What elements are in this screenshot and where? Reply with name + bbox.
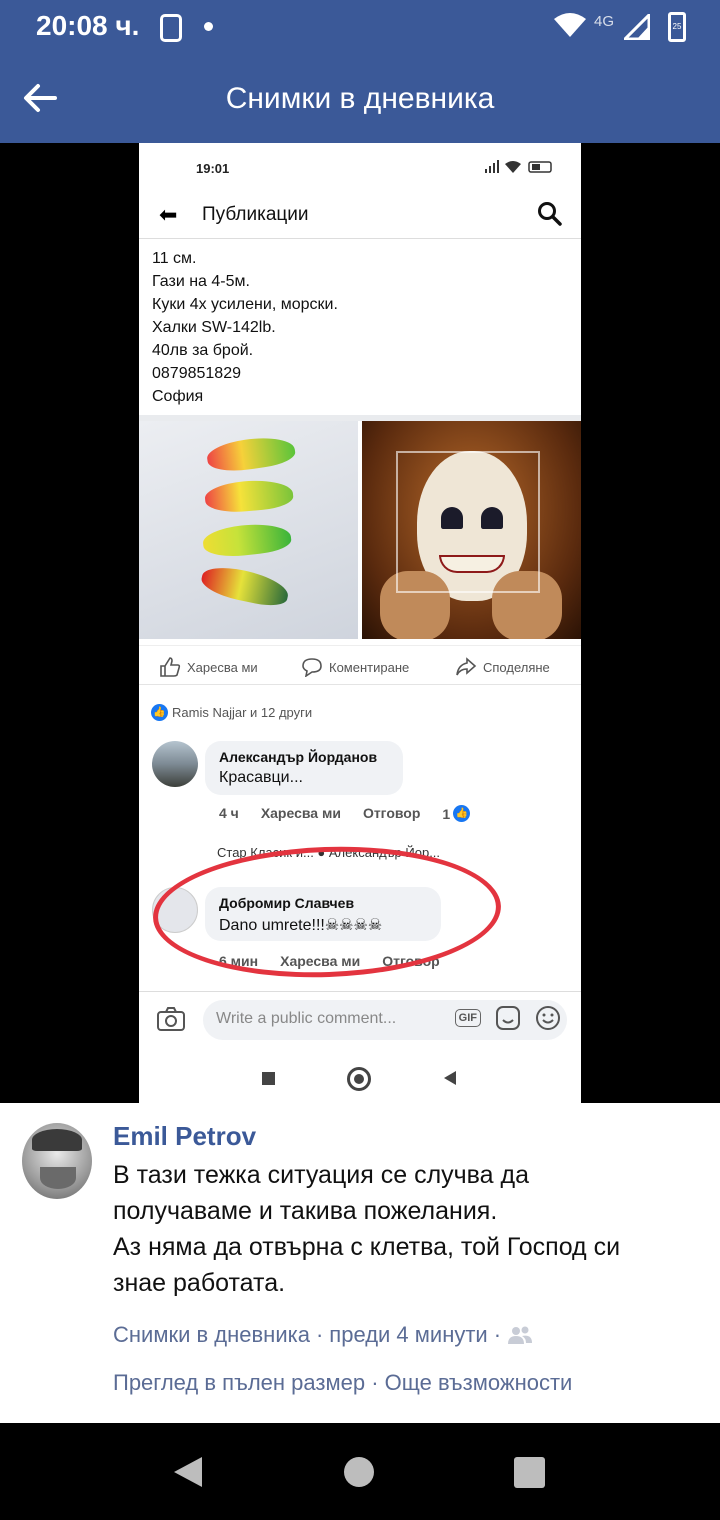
search-icon: [538, 202, 562, 226]
app-bar: Снимки в дневника: [0, 56, 720, 143]
photo-back-arrow-icon: ⬅: [159, 202, 178, 227]
separator: ·: [315, 1322, 324, 1347]
face-detection-box: [396, 451, 540, 593]
post-actions: Харесва ми Коментиране Споделяне: [139, 645, 581, 685]
sticker-icon: [496, 1006, 520, 1030]
network-type: 4G: [594, 13, 615, 30]
comment-reactions: 1 👍: [442, 805, 471, 822]
post-text: 11 см. Гази на 4-5м. Куки 4х усилени, мо…: [152, 247, 572, 408]
status-time: 20:08 ч.: [36, 10, 140, 41]
like-action: Харесва ми: [159, 657, 258, 677]
page-title: Снимки в дневника: [225, 82, 495, 115]
status-bar: 20:08 ч. 4G 25: [0, 0, 720, 56]
caption-line: В тази тежка ситуация се случва да: [113, 1161, 530, 1189]
notification-dot-icon: [204, 22, 213, 31]
album-photo[interactable]: 19:01 ⬅ Публикации 11 см. Гази на 4-5м. …: [139, 143, 581, 1103]
share-action: Споделяне: [455, 657, 550, 677]
wifi-icon: [554, 13, 586, 37]
post-line: Куки 4х усилени, морски.: [152, 296, 338, 313]
caption-line: получаваме и такива пожелания.: [113, 1197, 498, 1225]
author-name[interactable]: Emil Petrov: [113, 1121, 256, 1152]
comment-reply: Отговор: [362, 805, 421, 821]
signal-icon: [624, 14, 650, 40]
post-line: София: [152, 388, 204, 405]
caption-line: Аз няма да отвърна с клетва, той Господ …: [113, 1233, 621, 1261]
joker-image: [362, 421, 581, 639]
notification-app-icon: [160, 14, 182, 42]
comment-time: 4 ч: [219, 805, 239, 821]
like-icon: [160, 657, 181, 677]
post-line: Гази на 4-5м.: [152, 273, 250, 290]
back-icon: [444, 1071, 456, 1085]
more-options-link[interactable]: Още възможности: [385, 1370, 573, 1395]
caption-line: знае работата.: [113, 1269, 286, 1297]
share-label: Споделяне: [483, 659, 550, 675]
back-icon[interactable]: [174, 1457, 202, 1487]
like-badge-icon: 👍: [453, 805, 471, 822]
battery-icon: 25: [668, 12, 686, 42]
photo-nav-bar: [139, 1047, 581, 1103]
recents-icon[interactable]: [514, 1457, 545, 1488]
red-highlight-circle: [150, 840, 504, 984]
comment-bubble: Александър Йорданов Красавци...: [205, 741, 403, 795]
post-line: 11 см.: [152, 250, 197, 267]
separator: ·: [493, 1322, 502, 1347]
home-icon: [347, 1067, 371, 1091]
composer-icons: GIF: [454, 1005, 561, 1031]
recents-icon: [262, 1072, 275, 1085]
likes-summary: 👍 Ramis Najjar и 12 други: [151, 704, 312, 721]
album-link[interactable]: Снимки в дневника: [113, 1322, 310, 1348]
photo-status-time: 19:01: [196, 161, 230, 176]
camera-icon: [157, 1007, 185, 1031]
comment-composer: Write a public comment... GIF: [139, 991, 581, 1047]
photo-caption: Emil Petrov В тази тежка ситуация се слу…: [0, 1103, 720, 1423]
avatar: [152, 741, 198, 787]
post-time: преди 4 минути: [329, 1322, 488, 1347]
post-line: 0879851829: [152, 365, 241, 382]
comment-label: Коментиране: [329, 659, 410, 675]
like-label: Харесва ми: [187, 659, 258, 675]
photo-header-title: Публикации: [202, 204, 309, 225]
comment-icon: [302, 658, 322, 677]
fishing-lures-image: [139, 421, 358, 639]
comment-meta: 4 ч Харесва ми Отговор 1 👍: [219, 805, 471, 822]
post-line: 40лв за брой.: [152, 342, 254, 359]
like-badge-icon: 👍: [151, 704, 168, 721]
home-icon[interactable]: [344, 1457, 374, 1487]
photo-status-icons: [485, 160, 555, 177]
post-line: Халки SW-142lb.: [152, 319, 276, 336]
share-icon: [456, 657, 477, 676]
separator: ·: [371, 1370, 379, 1395]
likes-summary-text: Ramis Najjar и 12 други: [172, 705, 313, 720]
system-nav-bar: [0, 1423, 720, 1520]
emoji-icon: [536, 1006, 560, 1030]
photo-status-bar: 19:01: [139, 143, 581, 189]
comment-author: Александър Йорданов: [219, 749, 378, 765]
caption-meta: Снимки в дневника · преди 4 минути ·: [113, 1322, 533, 1348]
author-avatar[interactable]: [22, 1123, 92, 1199]
friends-icon: [508, 1326, 533, 1344]
comment-like: Харесва ми: [260, 805, 341, 821]
view-full-size-link[interactable]: Преглед в пълен размер: [113, 1370, 365, 1395]
caption-text: В тази тежка ситуация се случва да получ…: [113, 1157, 703, 1301]
comment-text: Красавци...: [219, 769, 303, 786]
caption-links: Преглед в пълен размер · Още възможности: [113, 1370, 572, 1396]
comment-action: Коментиране: [301, 657, 409, 677]
photo-header: ⬅ Публикации: [139, 189, 581, 239]
gif-icon: GIF: [454, 1009, 481, 1027]
